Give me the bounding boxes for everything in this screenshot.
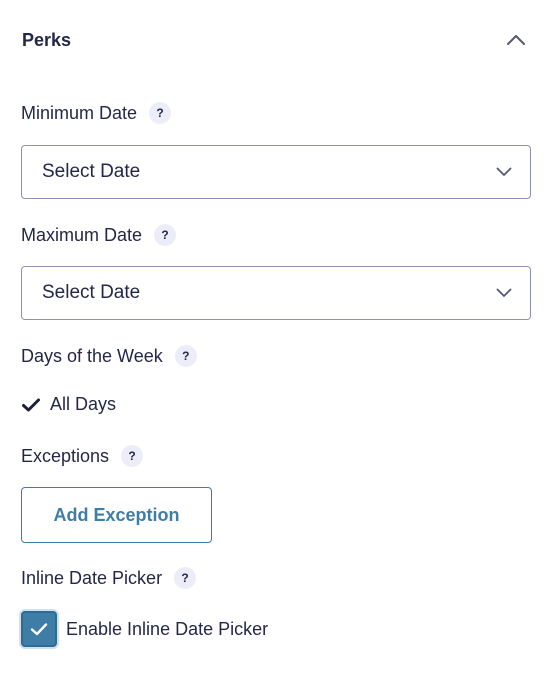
minimum-date-label: Minimum Date ? <box>21 102 172 124</box>
enable-inline-date-picker-label: Enable Inline Date Picker <box>66 618 269 639</box>
days-of-week-value: All Days <box>50 394 117 414</box>
days-of-week-label: Days of the Week ? <box>21 345 197 367</box>
exceptions-label-text: Exceptions <box>21 445 110 466</box>
perks-panel: Perks Minimum Date ? Select Date Maximum… <box>0 0 550 688</box>
chevron-up-icon[interactable] <box>504 28 528 52</box>
inline-date-picker-label-text: Inline Date Picker <box>21 567 163 588</box>
add-exception-button[interactable]: Add Exception <box>21 487 212 543</box>
days-of-week-help-icon[interactable]: ? <box>174 345 197 367</box>
section-title: Perks <box>22 29 72 50</box>
maximum-date-label-text: Maximum Date <box>21 224 143 245</box>
exceptions-help-icon[interactable]: ? <box>121 445 144 467</box>
days-of-week-selection[interactable]: All Days <box>22 394 116 415</box>
section-header[interactable]: Perks <box>22 28 528 52</box>
maximum-date-help-icon[interactable]: ? <box>154 224 177 246</box>
days-of-week-label-text: Days of the Week <box>21 345 163 366</box>
minimum-date-help-icon[interactable]: ? <box>149 102 172 124</box>
inline-date-picker-label: Inline Date Picker ? <box>21 567 197 589</box>
minimum-date-value: Select Date <box>42 161 141 182</box>
exceptions-label: Exceptions ? <box>21 445 144 467</box>
enable-inline-date-picker-row[interactable]: Enable Inline Date Picker <box>21 611 268 647</box>
maximum-date-select[interactable]: Select Date <box>21 266 531 320</box>
minimum-date-select[interactable]: Select Date <box>21 145 531 199</box>
maximum-date-label: Maximum Date ? <box>21 224 177 246</box>
maximum-date-value: Select Date <box>42 282 141 303</box>
checkmark-icon <box>22 397 42 413</box>
checkmark-icon <box>30 623 48 636</box>
minimum-date-label-text: Minimum Date <box>21 102 138 123</box>
inline-date-picker-help-icon[interactable]: ? <box>174 567 197 589</box>
enable-inline-date-picker-checkbox[interactable] <box>21 611 57 647</box>
chevron-down-icon <box>496 167 512 177</box>
chevron-down-icon <box>496 288 512 298</box>
